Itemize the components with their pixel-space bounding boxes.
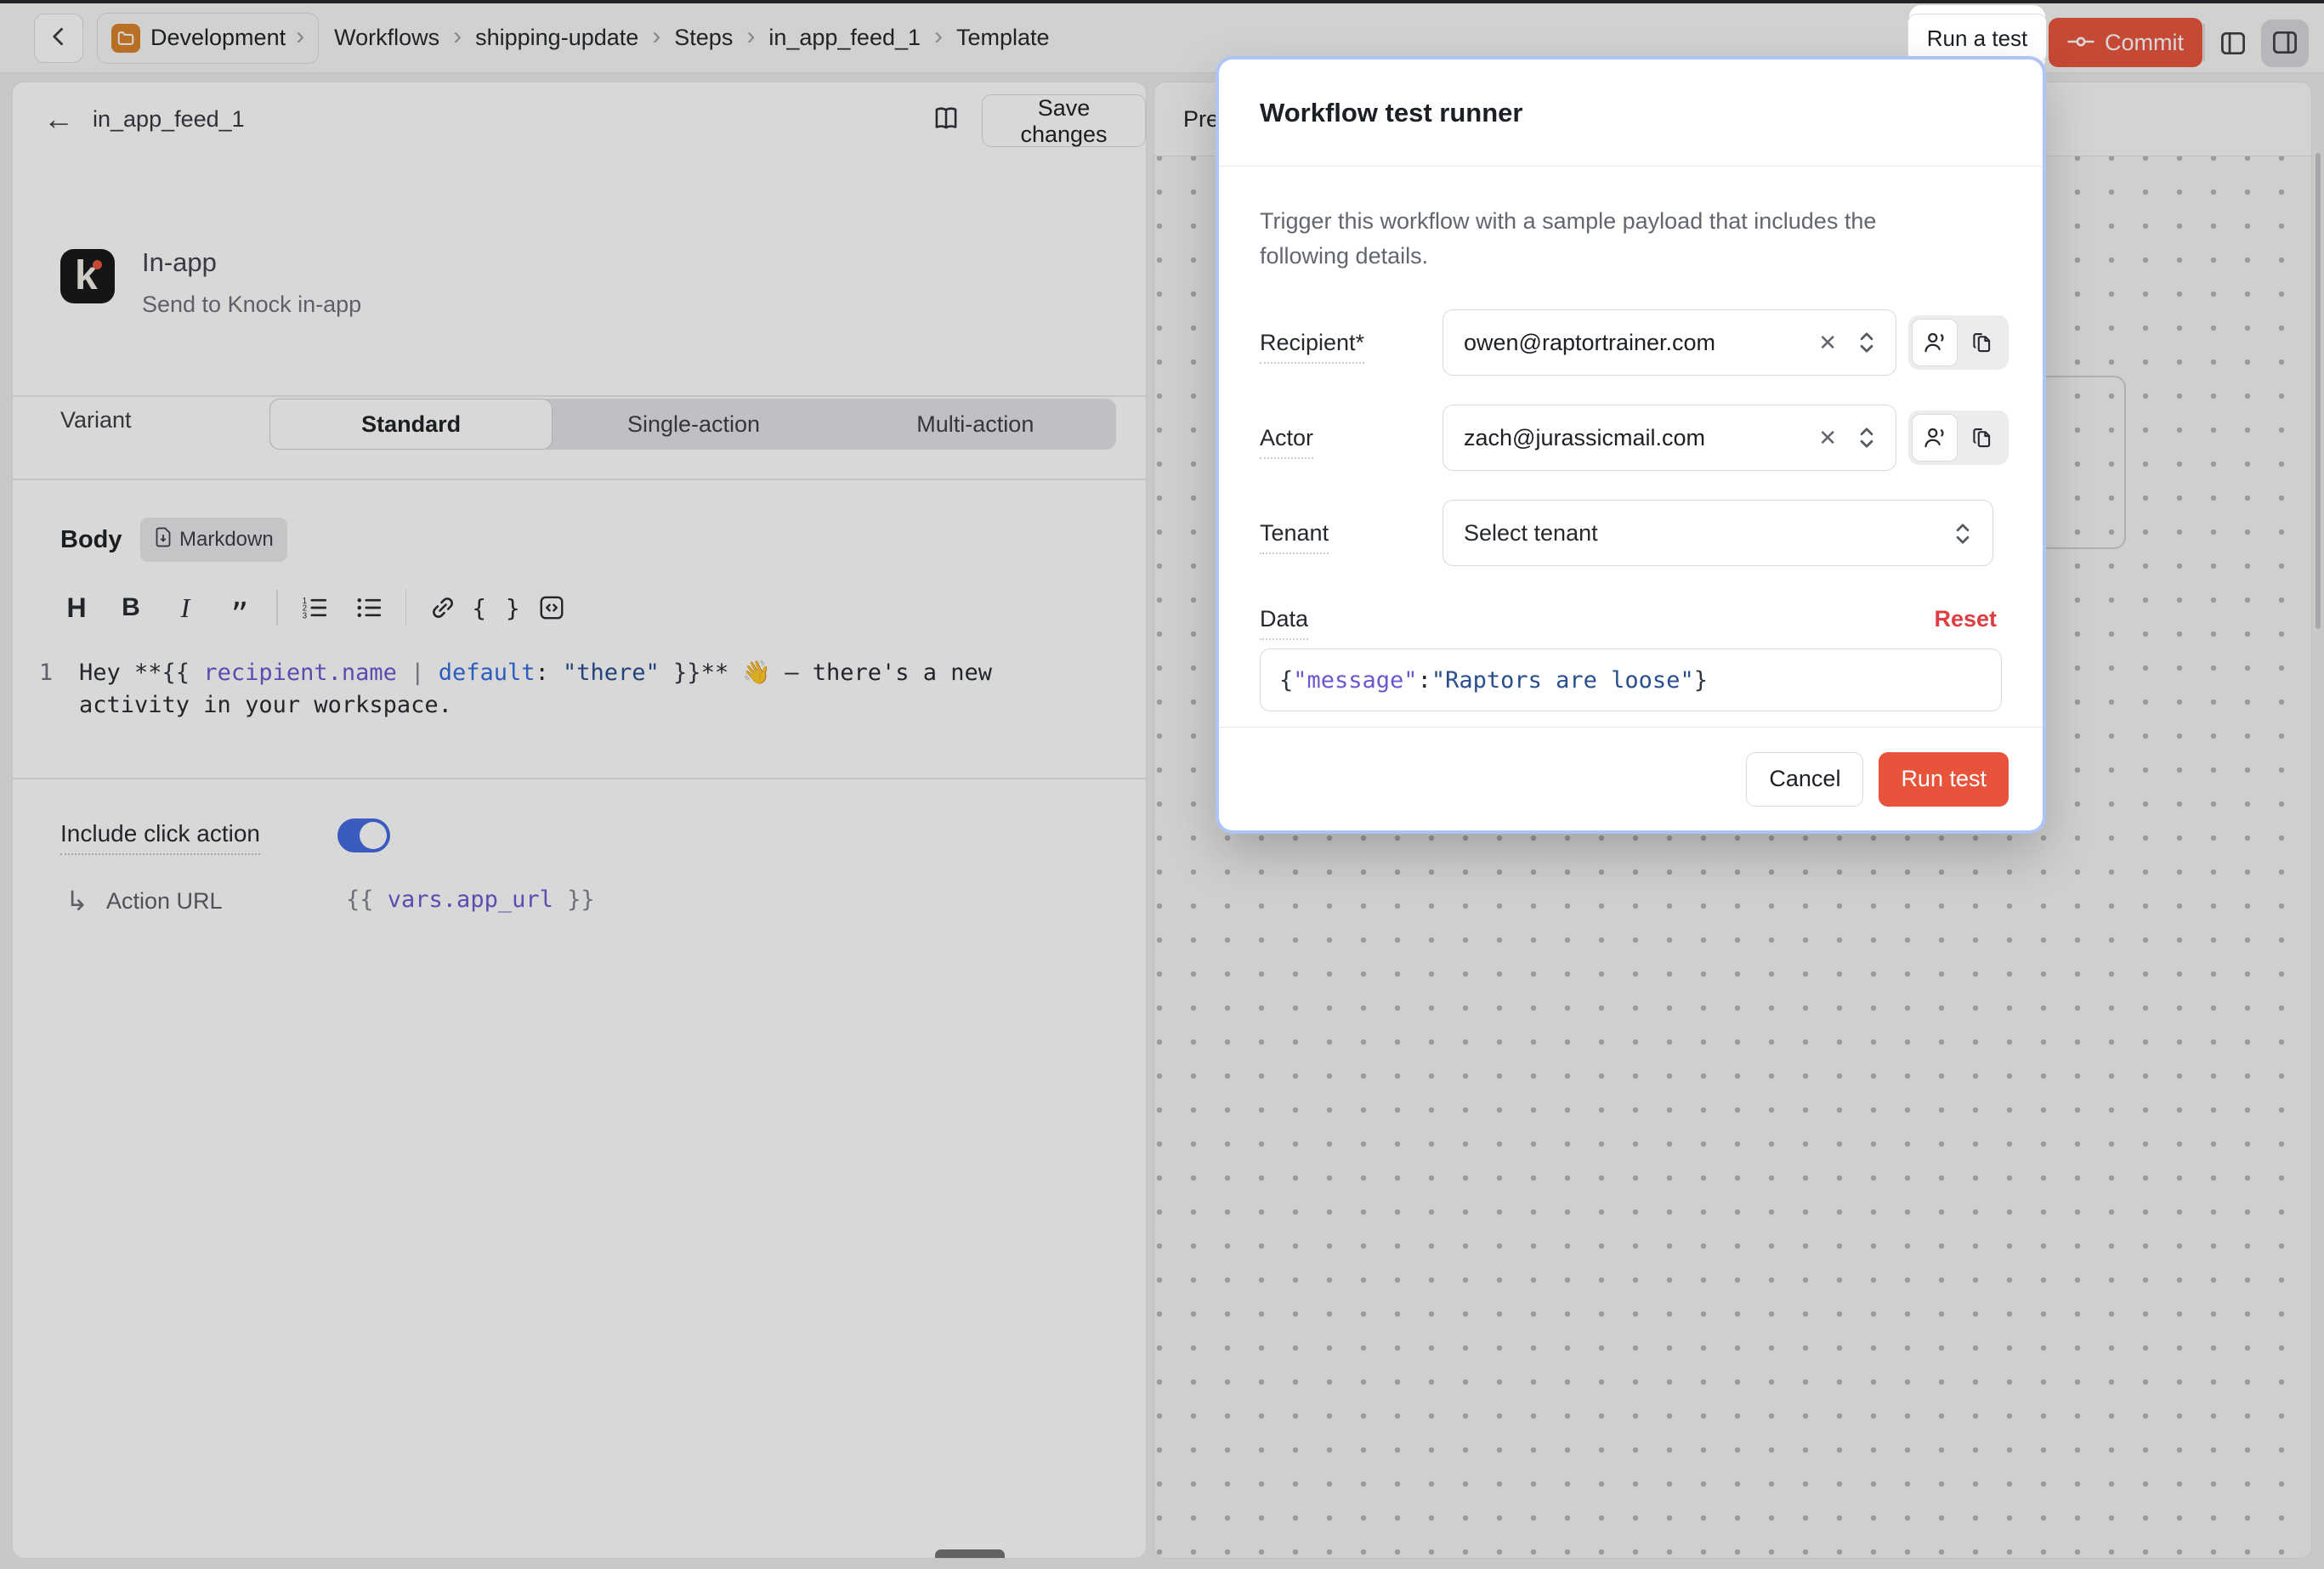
recipient-mode-group [1908, 315, 2009, 370]
clear-icon[interactable]: ✕ [1818, 330, 1837, 356]
actor-mode-group [1908, 411, 2009, 465]
actor-combobox: ✕ [1443, 405, 1896, 471]
recipient-label: Recipient* [1260, 330, 1443, 356]
modal-title: Workflow test runner [1260, 98, 1522, 128]
app-screen: Development › Workflows › shipping-updat… [0, 0, 2324, 1569]
chevron-sort-icon[interactable] [1856, 423, 1878, 456]
user-picker-icon[interactable] [1912, 319, 1958, 366]
workflow-test-runner-modal: Workflow test runner Trigger this workfl… [1219, 59, 2043, 830]
actor-label: Actor [1260, 425, 1443, 451]
run-test-button[interactable]: Run test [1879, 752, 2009, 807]
tenant-label: Tenant [1260, 520, 1443, 547]
cancel-button[interactable]: Cancel [1746, 752, 1863, 807]
tenant-select[interactable]: Select tenant [1443, 500, 1993, 566]
tenant-field-row: Tenant Select tenant [1260, 500, 2002, 566]
run-a-test-button[interactable]: Run a test [1907, 14, 2048, 63]
clear-icon[interactable]: ✕ [1818, 425, 1837, 451]
modal-description: Trigger this workflow with a sample payl… [1260, 204, 1940, 274]
copy-icon[interactable] [1959, 319, 2005, 366]
modal-header: Workflow test runner [1219, 59, 2043, 167]
chevron-sort-icon [1952, 519, 1974, 554]
tenant-select-value: Select tenant [1464, 520, 1598, 547]
modal-body: Trigger this workflow with a sample payl… [1219, 167, 2043, 727]
user-picker-icon[interactable] [1912, 414, 1958, 462]
actor-field-row: Actor ✕ [1260, 405, 2002, 471]
window-top-edge [0, 0, 2324, 3]
modal-footer: Cancel Run test [1219, 727, 2043, 830]
copy-icon[interactable] [1959, 414, 2005, 462]
data-label-row: Data Reset [1260, 605, 2002, 633]
data-label: Data [1260, 606, 1443, 632]
chevron-sort-icon[interactable] [1856, 328, 1878, 361]
reset-data-button[interactable]: Reset [1929, 605, 2002, 633]
data-json-editor[interactable]: {"message": "Raptors are loose"} [1260, 649, 2002, 711]
recipient-field-row: Recipient* ✕ [1260, 309, 2002, 376]
recipient-combobox: ✕ [1443, 309, 1896, 376]
